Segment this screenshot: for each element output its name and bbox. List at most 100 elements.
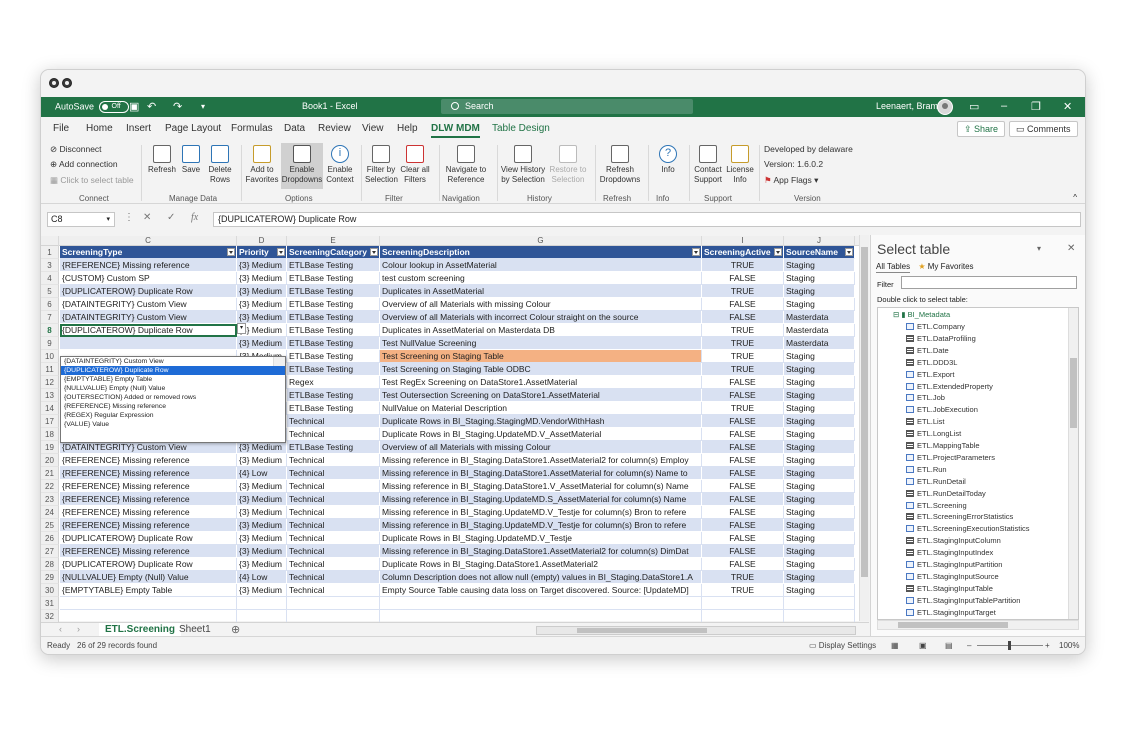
- disconnect-button[interactable]: ⊘ Disconnect: [50, 143, 102, 155]
- table-cell[interactable]: [287, 597, 380, 610]
- table-cell[interactable]: {DUPLICATEROW} Duplicate Row: [60, 532, 237, 545]
- tab-page-layout[interactable]: Page Layout: [165, 123, 221, 134]
- table-cell[interactable]: {3} Medium: [237, 337, 287, 350]
- table-cell[interactable]: {3} Medium: [237, 519, 287, 532]
- tree-horizontal-scrollbar[interactable]: [877, 620, 1079, 630]
- undo-icon[interactable]: ↶: [147, 100, 156, 113]
- table-cell[interactable]: ETLBase Testing: [287, 389, 380, 402]
- share-button[interactable]: ⇪ Share: [957, 121, 1006, 137]
- table-cell[interactable]: ETLBase Testing: [287, 324, 380, 337]
- column-header-i[interactable]: I: [702, 236, 784, 246]
- add-sheet-icon[interactable]: ⊕: [231, 623, 240, 636]
- table-cell[interactable]: {3} Medium: [237, 545, 287, 558]
- table-cell[interactable]: Technical: [287, 493, 380, 506]
- table-cell[interactable]: TRUE: [702, 402, 784, 415]
- table-cell[interactable]: NullValue on Material Description: [380, 402, 702, 415]
- table-cell[interactable]: ETLBase Testing: [287, 337, 380, 350]
- table-cell[interactable]: Regex: [287, 376, 380, 389]
- tree-item[interactable]: ETL.DDD3L: [906, 358, 957, 367]
- tree-item[interactable]: ETL.Company: [906, 322, 965, 331]
- vertical-scrollbar[interactable]: [859, 235, 869, 621]
- table-cell[interactable]: Staging: [784, 298, 855, 311]
- row-number[interactable]: 17: [41, 415, 59, 428]
- tree-item[interactable]: ETL.Run: [906, 465, 947, 474]
- table-cell[interactable]: Staging: [784, 376, 855, 389]
- add-to-favorites-button[interactable]: Add to Favorites: [244, 145, 280, 185]
- tree-scroll-thumb[interactable]: [1070, 358, 1077, 428]
- zoom-level[interactable]: 100%: [1059, 637, 1079, 654]
- restore-icon[interactable]: ❐: [1031, 100, 1041, 113]
- table-cell[interactable]: Duplicate Rows in BI_Staging.UpdateMD.V_…: [380, 532, 702, 545]
- table-cell[interactable]: {NULLVALUE} Empty (Null) Value: [60, 571, 237, 584]
- table-cell[interactable]: Duplicate Rows in BI_Staging.DataStore1.…: [380, 558, 702, 571]
- tab-all-tables[interactable]: All Tables: [876, 262, 911, 273]
- table-cell[interactable]: FALSE: [702, 454, 784, 467]
- tree-item[interactable]: ETL.MappingTable: [906, 441, 980, 450]
- table-cell[interactable]: Staging: [784, 259, 855, 272]
- table-cell[interactable]: Technical: [287, 571, 380, 584]
- table-cell[interactable]: FALSE: [702, 545, 784, 558]
- tree-item[interactable]: ETL.ProjectParameters: [906, 453, 995, 462]
- row-number[interactable]: 28: [41, 558, 59, 571]
- minimize-icon[interactable]: –: [1001, 100, 1007, 112]
- table-cell[interactable]: Test NullValue Screening: [380, 337, 702, 350]
- enable-context-button[interactable]: i Enable Context: [324, 145, 356, 185]
- tree-scrollbar[interactable]: [1068, 308, 1078, 619]
- table-cell[interactable]: Masterdata: [784, 337, 855, 350]
- table-cell[interactable]: Missing reference in BI_Staging.DataStor…: [380, 454, 702, 467]
- row-number[interactable]: 13: [41, 389, 59, 402]
- info-button[interactable]: ? Info: [651, 145, 685, 175]
- table-cell[interactable]: ETLBase Testing: [287, 311, 380, 324]
- spreadsheet-grid[interactable]: CDEGIJ 1 ScreeningType Priority ScreeningCa…: [41, 236, 859, 623]
- table-cell[interactable]: Technical: [287, 467, 380, 480]
- table-cell[interactable]: Column Description does not allow null (…: [380, 571, 702, 584]
- table-cell[interactable]: {3} Medium: [237, 506, 287, 519]
- formula-input[interactable]: {DUPLICATEROW} Duplicate Row: [213, 212, 1081, 227]
- row-number[interactable]: 27: [41, 545, 59, 558]
- table-cell[interactable]: test custom screening: [380, 272, 702, 285]
- table-cell[interactable]: FALSE: [702, 298, 784, 311]
- table-cell[interactable]: Technical: [287, 454, 380, 467]
- pane-close-icon[interactable]: ✕: [1067, 243, 1075, 254]
- table-cell[interactable]: {DATAINTEGRITY} Custom View: [60, 311, 237, 324]
- table-cell[interactable]: Staging: [784, 363, 855, 376]
- table-cell[interactable]: Staging: [784, 389, 855, 402]
- cancel-icon[interactable]: ✕: [143, 212, 151, 223]
- table-cell[interactable]: FALSE: [702, 376, 784, 389]
- tab-file[interactable]: File: [53, 123, 69, 134]
- navigate-reference-button[interactable]: Navigate to Reference: [441, 145, 491, 185]
- table-cell[interactable]: Missing reference in BI_Staging.UpdateMD…: [380, 506, 702, 519]
- table-cell[interactable]: {REFERENCE} Missing reference: [60, 519, 237, 532]
- tab-my-favorites[interactable]: ★ My Favorites: [918, 262, 973, 271]
- row-number[interactable]: 7: [41, 311, 59, 324]
- table-cell[interactable]: {3} Medium: [237, 584, 287, 597]
- close-icon[interactable]: ✕: [1063, 100, 1072, 113]
- dropdown-option[interactable]: {REFERENCE} Missing reference: [61, 402, 285, 411]
- enable-dropdowns-button[interactable]: Enable Dropdowns: [281, 143, 323, 189]
- page-break-icon[interactable]: ▤: [945, 637, 953, 654]
- table-cell[interactable]: Staging: [784, 428, 855, 441]
- autosave-toggle[interactable]: Off: [98, 101, 129, 113]
- refresh-dropdowns-button[interactable]: Refresh Dropdowns: [597, 145, 643, 185]
- table-cell[interactable]: TRUE: [702, 584, 784, 597]
- table-cell[interactable]: Staging: [784, 467, 855, 480]
- row-number[interactable]: 31: [41, 597, 59, 610]
- cell-dropdown-button[interactable]: ▾: [237, 323, 246, 334]
- table-cell[interactable]: Duplicate Rows in BI_Staging.StagingMD.V…: [380, 415, 702, 428]
- add-connection-button[interactable]: ⊕ Add connection: [50, 158, 118, 170]
- row-number[interactable]: 30: [41, 584, 59, 597]
- enter-icon[interactable]: ✓: [167, 212, 175, 223]
- table-cell[interactable]: ETLBase Testing: [287, 402, 380, 415]
- table-cell[interactable]: Staging: [784, 545, 855, 558]
- table-cell[interactable]: FALSE: [702, 558, 784, 571]
- tree-item[interactable]: ETL.ScreeningErrorStatistics: [906, 512, 1013, 521]
- table-cell[interactable]: Technical: [287, 532, 380, 545]
- tree-item[interactable]: ETL.StagingInputPartition: [906, 560, 1002, 569]
- filter-dropdown-icon[interactable]: [774, 248, 782, 256]
- prev-sheet-icon[interactable]: ‹: [59, 624, 62, 634]
- table-cell[interactable]: {REFERENCE} Missing reference: [60, 493, 237, 506]
- table-cell[interactable]: [784, 597, 855, 610]
- table-tree[interactable]: ⊟ ▮ BI_Metadata ETL.Company ETL.DataProfi…: [877, 307, 1079, 620]
- scroll-thumb[interactable]: [861, 247, 868, 577]
- tab-help[interactable]: Help: [397, 123, 418, 134]
